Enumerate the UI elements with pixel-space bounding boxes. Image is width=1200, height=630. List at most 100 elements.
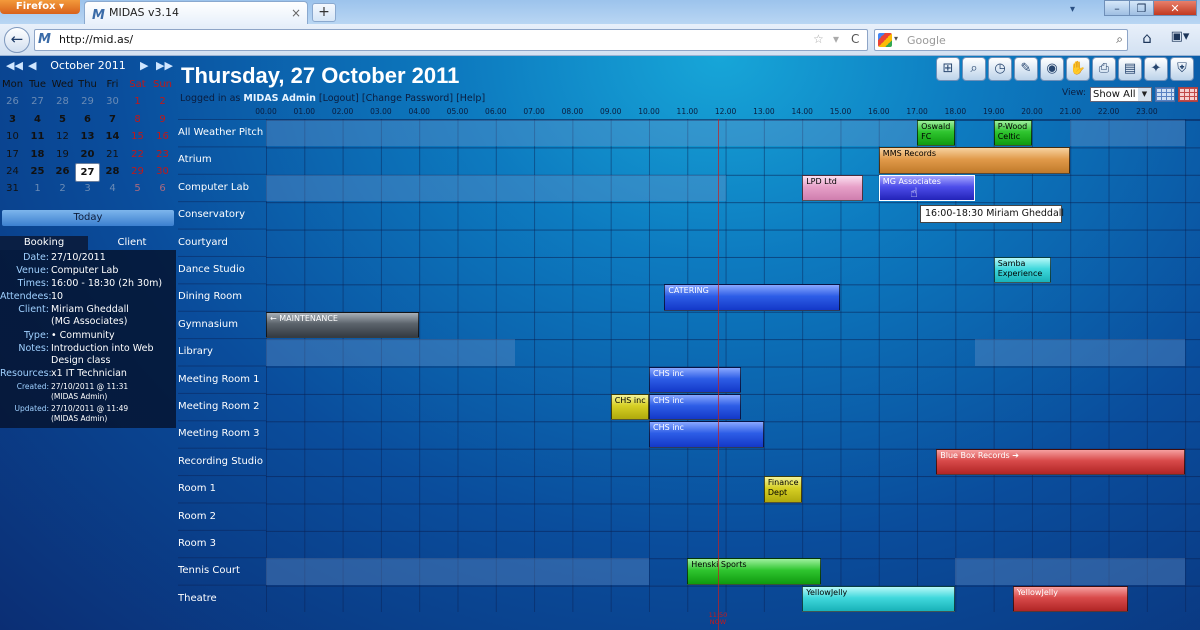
room-label[interactable]: Dance Studio — [178, 256, 245, 283]
booking-block[interactable]: CHS inc — [649, 394, 741, 421]
calendar-day[interactable]: 10 — [0, 128, 25, 145]
maximize-button[interactable]: ❐ — [1129, 0, 1154, 16]
booking-block[interactable]: YellowJelly — [802, 585, 956, 613]
calendar-day[interactable]: 13 — [75, 128, 100, 145]
booking-block[interactable]: LPD Ltd — [802, 174, 864, 202]
calendar-day[interactable]: 4 — [100, 180, 125, 197]
room-label[interactable]: Library — [178, 338, 213, 365]
calendar-prev-month-icon[interactable]: ◀ — [28, 56, 36, 76]
room-label[interactable]: Room 3 — [178, 530, 216, 557]
bookmarks-menu-icon[interactable]: ▣▾ — [1166, 29, 1194, 51]
booking-block[interactable]: YellowJelly — [1012, 585, 1128, 613]
wrench-icon[interactable]: ✦ — [1144, 57, 1168, 81]
booking-block[interactable]: Finance Dept — [763, 476, 803, 503]
calendar-day[interactable]: 28 — [50, 93, 75, 110]
calendar-day[interactable]: 4 — [25, 111, 50, 128]
calendar-day[interactable]: 29 — [125, 163, 150, 180]
calendar-day[interactable]: 22 — [125, 146, 150, 163]
google-engine-icon[interactable] — [878, 33, 892, 47]
calendar-day[interactable]: 2 — [150, 93, 175, 110]
search-bar[interactable]: ▾ Google ⌕ — [874, 29, 1128, 51]
calendar-day[interactable]: 6 — [75, 111, 100, 128]
tab-booking[interactable]: Booking — [0, 236, 88, 250]
calendar-next-year-icon[interactable]: ▶▶ — [156, 56, 173, 76]
booking-block[interactable]: Blue Box Records ➔ — [936, 448, 1186, 476]
calendar-day[interactable]: 30 — [150, 163, 175, 180]
booking-block[interactable]: P-Wood Celtic — [993, 120, 1032, 147]
new-tab-button[interactable]: + — [312, 3, 336, 22]
help-link[interactable]: [Help] — [456, 93, 485, 104]
room-label[interactable]: Tennis Court — [178, 557, 240, 584]
eye-icon[interactable]: ◉ — [1040, 57, 1064, 81]
booking-block[interactable]: CHS inc — [649, 421, 764, 448]
calendar-day[interactable]: 5 — [50, 111, 75, 128]
calendar-day[interactable]: 12 — [50, 128, 75, 145]
print-icon[interactable]: ⎙ — [1092, 57, 1116, 81]
booking-block[interactable]: Henski Sports — [687, 558, 822, 585]
url-text[interactable]: http://mid.as/ — [59, 33, 133, 46]
calendar-day[interactable]: 31 — [0, 180, 25, 197]
calendar-day[interactable]: 27 — [25, 93, 50, 110]
booking-block[interactable]: CATERING — [664, 284, 841, 311]
room-label[interactable]: Dining Room — [178, 283, 242, 310]
room-label[interactable]: Room 2 — [178, 503, 216, 530]
calendar-day[interactable]: 21 — [100, 146, 125, 163]
room-label[interactable]: Room 1 — [178, 475, 216, 502]
calendar-day[interactable]: 3 — [0, 111, 25, 128]
calendar-day[interactable]: 15 — [125, 128, 150, 145]
bookmark-star-icon[interactable]: ☆ — [813, 32, 824, 46]
calendar-day[interactable]: 19 — [50, 146, 75, 163]
room-label[interactable]: Theatre — [178, 585, 217, 612]
calendar-day[interactable]: 9 — [150, 111, 175, 128]
month-view-grid-icon[interactable] — [1178, 87, 1198, 102]
room-label[interactable]: Meeting Room 1 — [178, 366, 260, 393]
clock-icon[interactable]: ◷ — [988, 57, 1012, 81]
room-label[interactable]: Meeting Room 3 — [178, 420, 260, 447]
booking-block[interactable]: Oswald FC — [917, 120, 956, 147]
calendar-day[interactable]: 1 — [25, 180, 50, 197]
url-bar[interactable]: M http://mid.as/ ☆ ▾ C — [34, 29, 868, 51]
room-label[interactable]: Meeting Room 2 — [178, 393, 260, 420]
tab-close-icon[interactable]: × — [291, 2, 301, 24]
home-icon[interactable]: ⌂ — [1136, 29, 1158, 51]
room-label[interactable]: Recording Studio — [178, 448, 263, 475]
booking-block[interactable]: ← MAINTENANCE — [266, 311, 420, 339]
day-view-grid-icon[interactable] — [1155, 87, 1175, 102]
calendar-day[interactable]: 11 — [25, 128, 50, 145]
calendar-day[interactable]: 17 — [0, 146, 25, 163]
tab-client[interactable]: Client — [88, 236, 176, 250]
firefox-menu-button[interactable]: Firefox ▾ — [0, 0, 80, 14]
calendar-day[interactable]: 26 — [0, 93, 25, 110]
booking-block[interactable]: MG Associates — [878, 174, 975, 202]
calendar-day[interactable]: 23 — [150, 146, 175, 163]
search-icon[interactable]: ✎ — [1014, 57, 1038, 81]
booking-block[interactable]: MMS Records — [878, 147, 1071, 174]
calendar-day[interactable]: 6 — [150, 180, 175, 197]
tab-list-chevron-icon[interactable]: ▾ — [1070, 4, 1075, 15]
calendar-day[interactable]: 28 — [100, 163, 125, 180]
calendar-day[interactable]: 1 — [125, 93, 150, 110]
room-label[interactable]: Computer Lab — [178, 174, 249, 201]
calendar-day[interactable]: 18 — [25, 146, 50, 163]
booking-block[interactable]: CHS inc — [649, 366, 741, 393]
calendar-day[interactable]: 16 — [150, 128, 175, 145]
room-label[interactable]: Gymnasium — [178, 311, 238, 338]
add-booking-icon[interactable]: ⊞ — [936, 57, 960, 81]
calendar-day[interactable]: 20 — [75, 146, 100, 163]
minimize-button[interactable]: – — [1104, 0, 1130, 16]
url-history-chevron-icon[interactable]: ▾ — [833, 32, 839, 46]
calendar-day[interactable]: 25 — [25, 163, 50, 180]
calendar-prev-year-icon[interactable]: ◀◀ — [6, 56, 23, 76]
calendar-next-month-icon[interactable]: ▶ — [140, 56, 148, 76]
calendar-day[interactable]: 7 — [100, 111, 125, 128]
room-label[interactable]: Courtyard — [178, 229, 228, 256]
calendar-day[interactable]: 3 — [75, 180, 100, 197]
search-icon[interactable]: ⌕ — [1116, 32, 1123, 47]
calendar-day[interactable]: 30 — [100, 93, 125, 110]
find-booking-icon[interactable]: ⌕ — [962, 57, 986, 81]
room-label[interactable]: All Weather Pitch — [178, 119, 263, 146]
search-engine-chevron-icon[interactable]: ▾ — [894, 34, 898, 43]
document-icon[interactable]: ▤ — [1118, 57, 1142, 81]
browser-tab-midas[interactable]: M MIDAS v3.14 × — [84, 1, 308, 24]
reload-icon[interactable]: C — [851, 32, 859, 46]
